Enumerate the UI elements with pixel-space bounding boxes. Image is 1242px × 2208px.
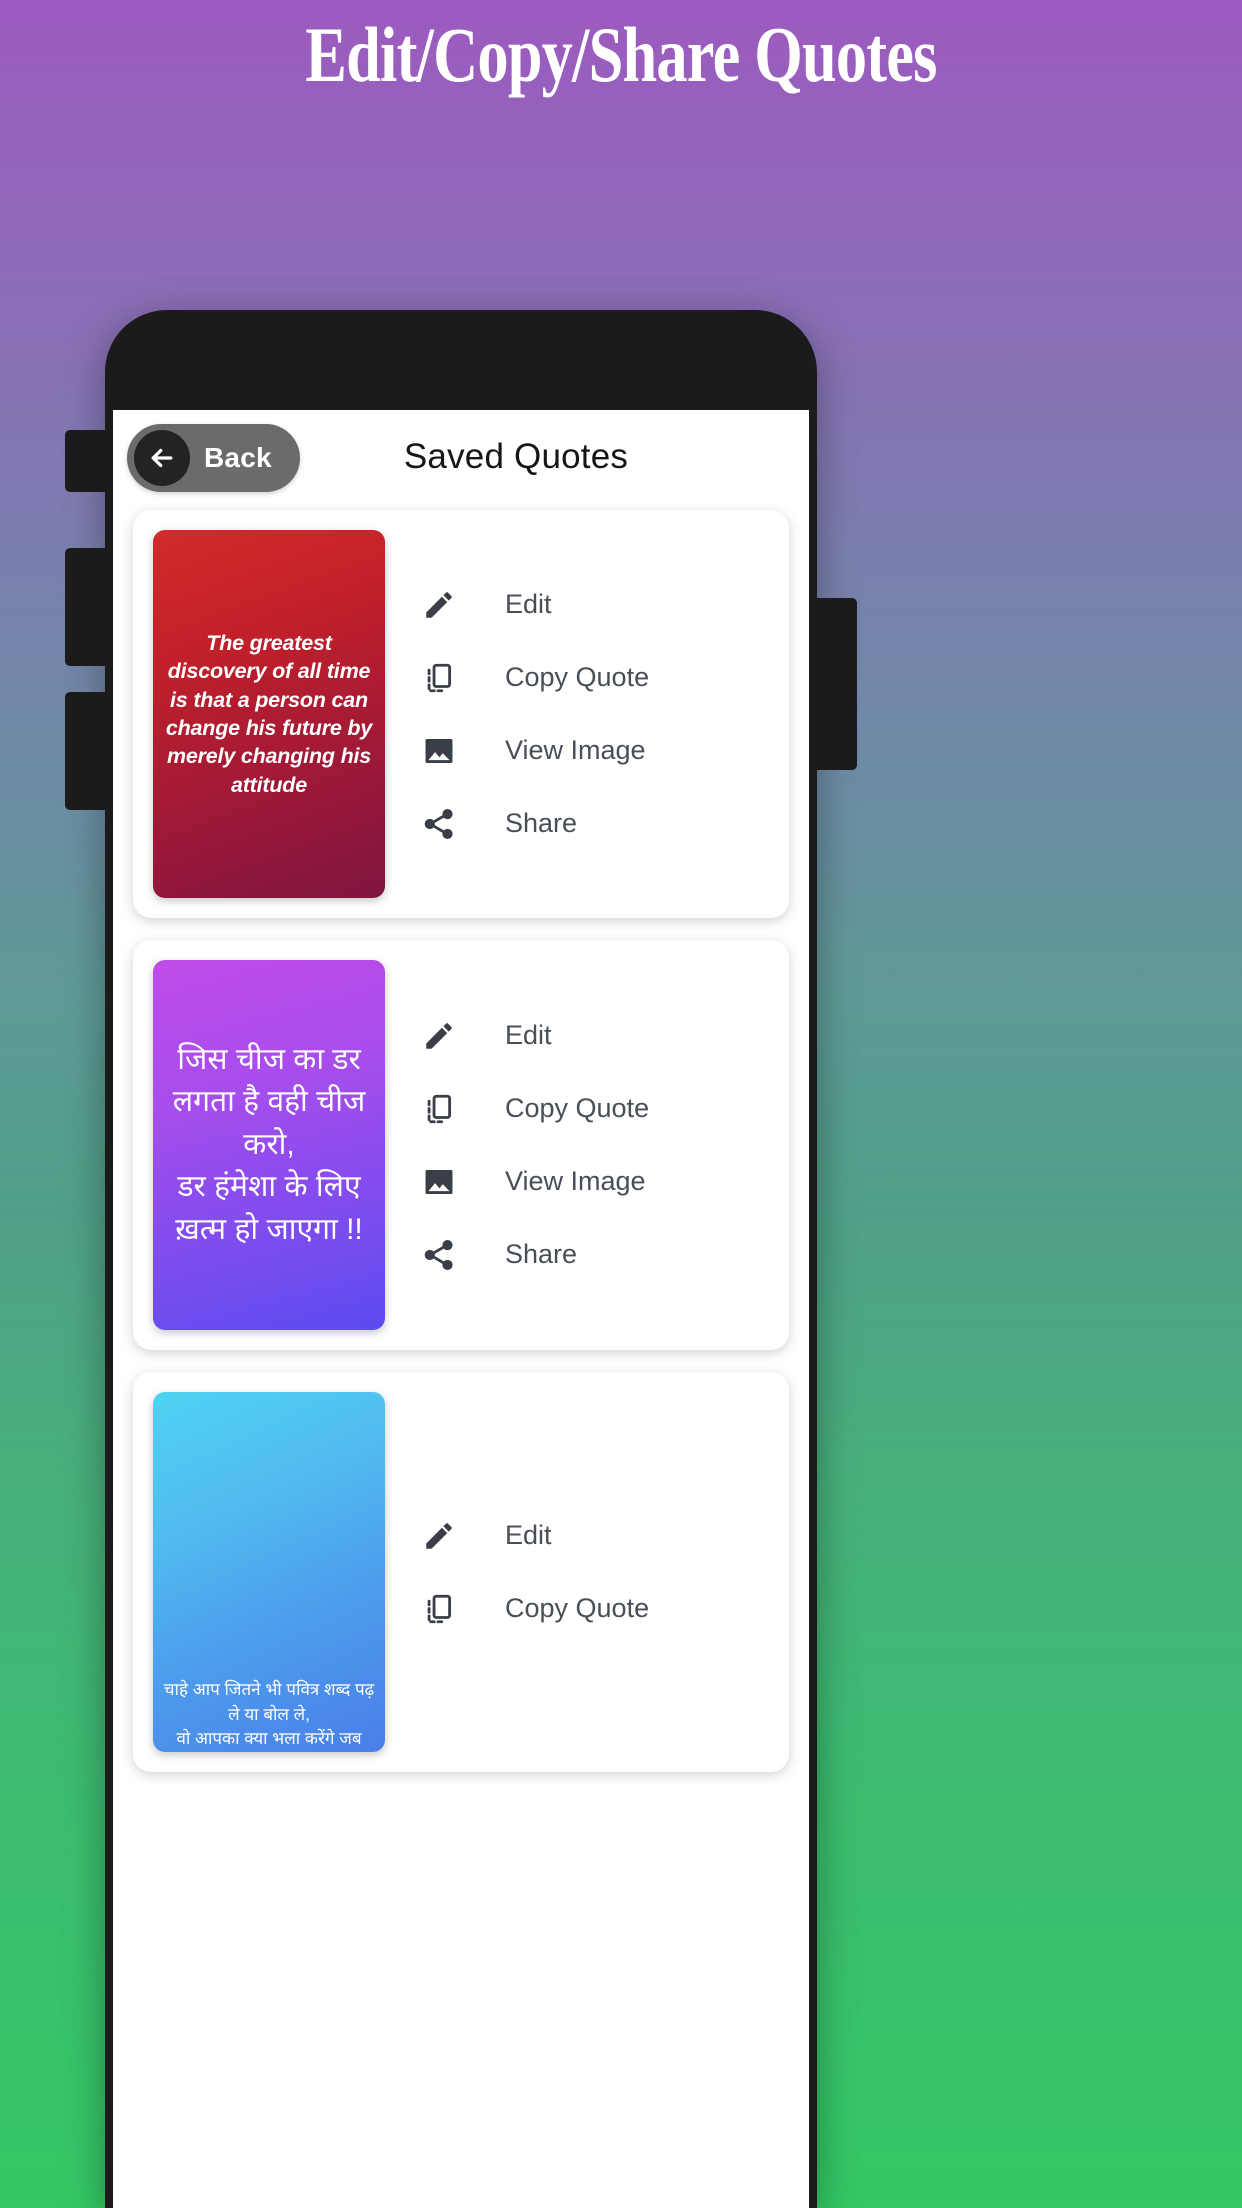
phone-volume-down-button xyxy=(65,692,107,810)
quote-thumbnail[interactable]: जिस चीज का डर लगता है वही चीज करो, डर हं… xyxy=(153,960,385,1330)
pencil-icon xyxy=(417,1519,461,1553)
copy-icon xyxy=(417,1592,461,1626)
quote-text: जिस चीज का डर लगता है वही चीज करो, डर हं… xyxy=(172,1042,366,1246)
image-icon xyxy=(417,1165,461,1199)
quote-actions: Edit Copy Quote xyxy=(385,960,769,1330)
quote-thumbnail[interactable]: चाहे आप जितने भी पवित्र शब्द पढ़ ले या ब… xyxy=(153,1392,385,1752)
copy-icon xyxy=(417,661,461,695)
action-copy-quote[interactable]: Copy Quote xyxy=(417,641,769,714)
share-icon xyxy=(417,807,461,841)
image-icon xyxy=(417,734,461,768)
action-edit[interactable]: Edit xyxy=(417,1499,769,1572)
quote-text: The greatest discovery of all time is th… xyxy=(165,630,373,797)
action-share[interactable]: Share xyxy=(417,1218,769,1291)
action-label: Share xyxy=(505,1239,578,1269)
app-header: Back Saved Quotes xyxy=(113,410,809,504)
action-label: Copy Quote xyxy=(505,662,650,692)
action-label: Edit xyxy=(505,1020,552,1050)
quote-actions: Edit Copy Quote xyxy=(385,530,769,898)
action-label: Edit xyxy=(505,589,552,619)
action-view-image[interactable]: View Image xyxy=(417,1145,769,1218)
action-copy-quote[interactable]: Copy Quote xyxy=(417,1572,769,1645)
action-label: Copy Quote xyxy=(505,1093,650,1123)
app-screen: Back Saved Quotes The greatest discovery… xyxy=(113,410,809,2208)
quote-card[interactable]: The greatest discovery of all time is th… xyxy=(133,510,789,918)
action-label: Edit xyxy=(505,1520,552,1550)
action-edit[interactable]: Edit xyxy=(417,999,769,1072)
action-label: View Image xyxy=(505,735,646,765)
phone-volume-up-button xyxy=(65,548,107,666)
action-share[interactable]: Share xyxy=(417,787,769,860)
pencil-icon xyxy=(417,588,461,622)
share-icon xyxy=(417,1238,461,1272)
action-copy-quote[interactable]: Copy Quote xyxy=(417,1072,769,1145)
quote-text: चाहे आप जितने भी पवित्र शब्द पढ़ ले या ब… xyxy=(163,1680,375,1749)
phone-power-button xyxy=(815,598,857,770)
quote-card[interactable]: चाहे आप जितने भी पवित्र शब्द पढ़ ले या ब… xyxy=(133,1372,789,1772)
quote-thumbnail[interactable]: The greatest discovery of all time is th… xyxy=(153,530,385,898)
arrow-left-icon xyxy=(134,430,190,486)
action-label: Copy Quote xyxy=(505,1593,650,1623)
back-button-label: Back xyxy=(204,442,272,473)
quote-card[interactable]: जिस चीज का डर लगता है वही चीज करो, डर हं… xyxy=(133,940,789,1350)
action-view-image[interactable]: View Image xyxy=(417,714,769,787)
quote-actions: Edit Copy Quote xyxy=(385,1392,769,1752)
page-title: Edit/Copy/Share Quotes xyxy=(305,11,937,98)
copy-icon xyxy=(417,1092,461,1126)
phone-mockup-frame: Back Saved Quotes The greatest discovery… xyxy=(65,310,857,2208)
pencil-icon xyxy=(417,1019,461,1053)
saved-quotes-list: The greatest discovery of all time is th… xyxy=(113,504,809,1772)
back-button[interactable]: Back xyxy=(127,424,300,492)
phone-mute-button xyxy=(65,430,107,492)
action-label: View Image xyxy=(505,1166,646,1196)
action-edit[interactable]: Edit xyxy=(417,568,769,641)
action-label: Share xyxy=(505,808,578,838)
